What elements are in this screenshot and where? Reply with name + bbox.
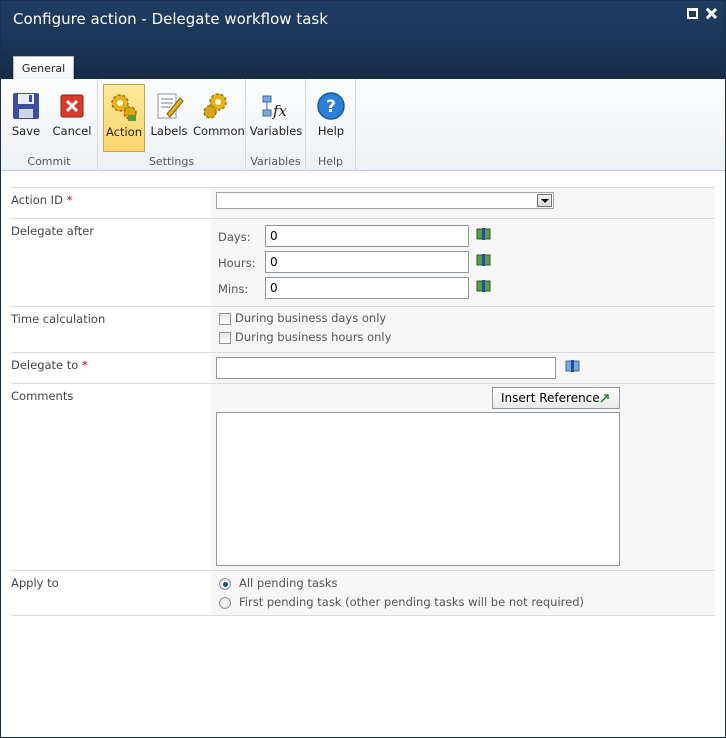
address-book-icon[interactable] (476, 227, 492, 241)
action-label: Action (105, 125, 143, 139)
mins-label: Mins: (218, 282, 249, 296)
variables-label: Variables (249, 124, 303, 138)
save-icon (13, 93, 39, 119)
row-time-calculation: Time calculation During business days on… (11, 306, 715, 352)
labels-button[interactable]: Labels (148, 84, 190, 152)
delegate-to-label: Delegate to * (11, 358, 88, 372)
ribbon-group-commit: Save Cancel Commit (1, 79, 98, 171)
variables-fx-icon: fx (262, 95, 288, 120)
business-hours-checkbox[interactable] (219, 332, 231, 344)
ribbon-group-variables: fx Variables Variables (246, 79, 306, 171)
variables-button[interactable]: fx Variables (249, 84, 303, 152)
group-label-variables: Variables (250, 155, 301, 168)
hours-label: Hours: (218, 256, 256, 270)
action-id-label: Action ID * (11, 193, 73, 207)
ribbon-group-settings: Action Labels Common Settings (98, 79, 246, 171)
group-label-commit: Commit (27, 155, 71, 168)
delegate-to-content (211, 353, 715, 383)
delegate-to-input[interactable] (216, 357, 556, 379)
days-input[interactable] (265, 225, 469, 247)
window-controls (687, 8, 717, 19)
group-label-help: Help (317, 155, 344, 168)
action-id-content (211, 188, 715, 218)
common-gears-icon (203, 93, 227, 119)
svg-text:fx: fx (272, 102, 288, 120)
time-calculation-content: During business days only During busines… (211, 307, 715, 352)
days-label: Days: (218, 230, 251, 244)
required-mark: * (66, 193, 73, 207)
row-comments: Comments Insert Reference (11, 383, 715, 570)
cancel-button[interactable]: Cancel (51, 84, 93, 152)
maximize-icon[interactable] (687, 8, 698, 19)
cancel-label: Cancel (52, 124, 92, 138)
form-divider (11, 615, 715, 616)
business-hours-label: During business hours only (235, 330, 392, 344)
labels-label: Labels (150, 124, 188, 138)
comments-textarea[interactable] (216, 412, 620, 566)
address-book-icon[interactable] (565, 359, 581, 373)
insert-reference-button[interactable]: Insert Reference (492, 387, 620, 409)
hours-input[interactable] (265, 251, 469, 273)
chevron-down-icon[interactable] (537, 194, 552, 207)
comments-label: Comments (11, 389, 74, 403)
action-id-select[interactable] (216, 192, 554, 209)
action-gears-icon (111, 94, 137, 121)
help-icon: ? (317, 92, 345, 120)
required-mark: * (82, 358, 88, 372)
row-apply-to: Apply to All pending tasks First pending… (11, 570, 715, 615)
all-pending-radio[interactable] (219, 578, 231, 590)
insert-reference-icon (600, 394, 609, 403)
help-button[interactable]: ? Help (310, 84, 352, 152)
action-form: Action ID * Delegate after Days: 0 Hours… (11, 187, 715, 615)
first-pending-radio[interactable] (219, 597, 231, 609)
save-label: Save (11, 124, 41, 138)
time-calculation-label: Time calculation (11, 312, 106, 326)
business-days-checkbox[interactable] (219, 313, 231, 325)
mins-input[interactable] (265, 277, 469, 299)
action-button[interactable]: Action (103, 84, 145, 152)
first-pending-label: First pending task (other pending tasks … (239, 595, 584, 609)
ribbon-group-help: ? Help Help (306, 79, 356, 171)
dialog-window: Configure action - Delegate workflow tas… (0, 0, 726, 738)
ribbon: Save Cancel Commit Action Labels Common … (1, 79, 725, 171)
row-delegate-after: Delegate after Days: Hours: Mins: (11, 218, 715, 306)
common-label: Common (193, 124, 245, 138)
apply-to-content: All pending tasks First pending task (ot… (211, 571, 715, 615)
group-label-settings: Settings (148, 155, 195, 168)
title-bar: Configure action - Delegate workflow tas… (1, 1, 725, 80)
row-delegate-to: Delegate to * (11, 352, 715, 383)
apply-to-label: Apply to (11, 576, 59, 590)
cancel-icon (60, 94, 84, 118)
delegate-after-label: Delegate after (11, 224, 94, 238)
row-action-id: Action ID * (11, 187, 715, 218)
common-button[interactable]: Common (193, 84, 245, 152)
labels-icon (157, 93, 184, 119)
business-days-label: During business days only (235, 311, 387, 325)
address-book-icon[interactable] (476, 279, 492, 293)
save-button[interactable]: Save (6, 84, 46, 152)
svg-text:?: ? (326, 97, 336, 117)
tab-general[interactable]: General (13, 56, 74, 80)
dialog-title: Configure action - Delegate workflow tas… (13, 10, 328, 28)
all-pending-label: All pending tasks (239, 576, 338, 590)
close-icon[interactable] (706, 8, 717, 19)
comments-content: Insert Reference (211, 384, 715, 570)
help-label: Help (317, 124, 345, 138)
address-book-icon[interactable] (476, 253, 492, 267)
delegate-after-content: Days: Hours: Mins: (211, 219, 715, 306)
